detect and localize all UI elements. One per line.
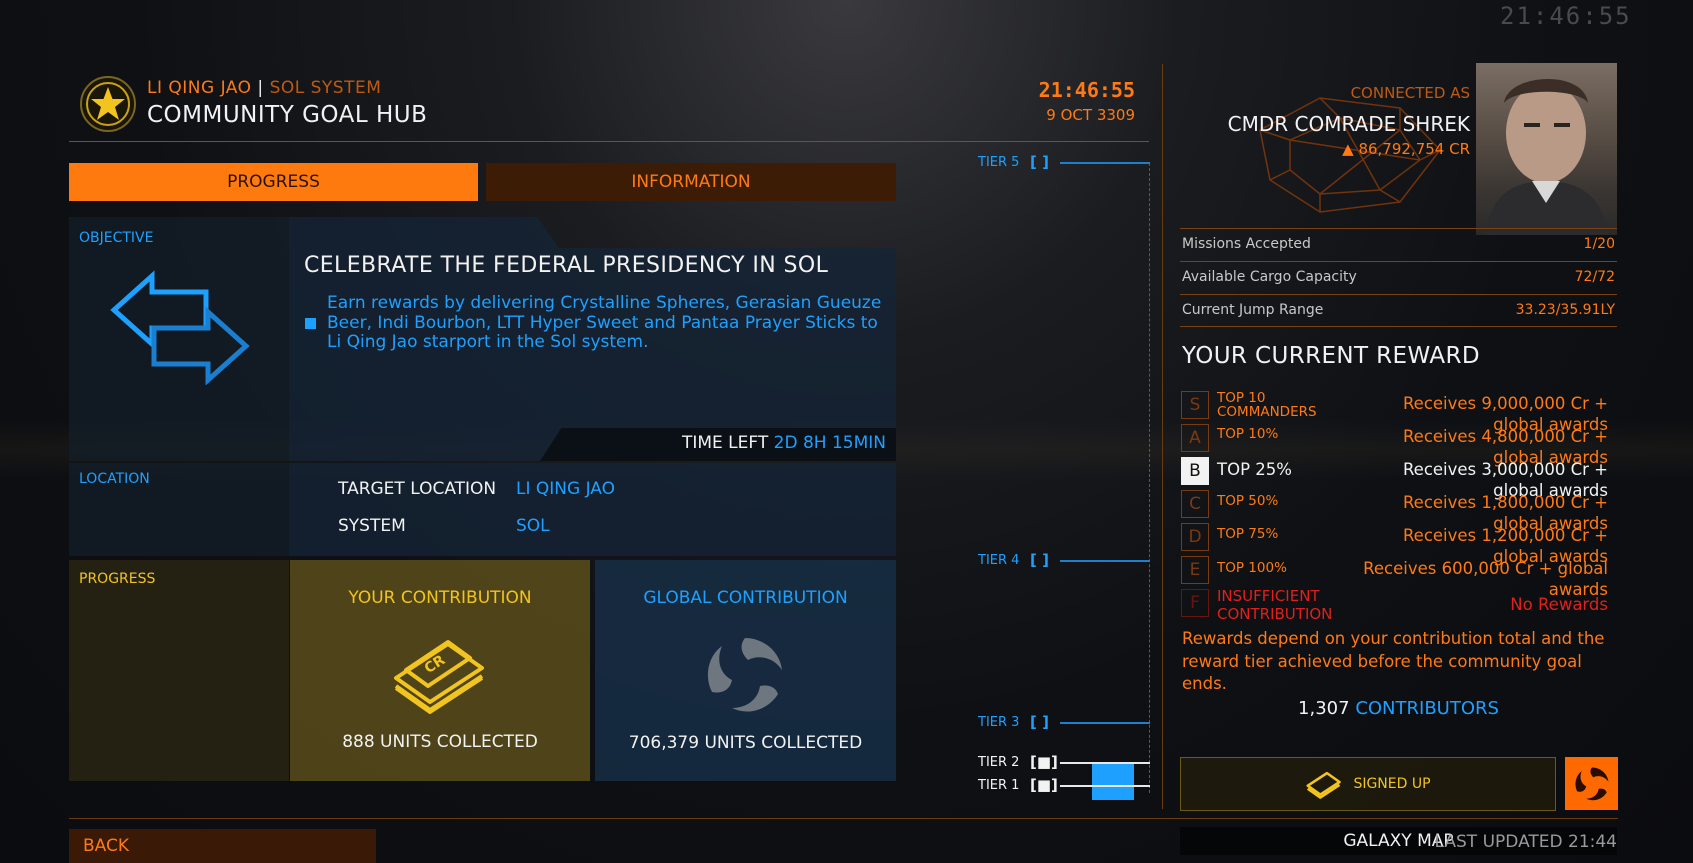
signed-up-label: SIGNED UP [1353,776,1431,792]
stat-missions-accepted: Missions Accepted 1/20 [1180,228,1617,260]
header-location: LI QING JAO | SOL SYSTEM [147,78,381,98]
time-left-value: 2D 8H 15MIN [773,433,886,453]
tier-2-marker: [■] [1030,753,1058,771]
federation-swirl-icon [1575,767,1608,800]
tier-1-line [1060,785,1150,787]
tier-5-label: TIER 5 [978,155,1020,170]
tier-5-line [1060,162,1150,164]
avatar [1476,63,1617,235]
objective-label: OBJECTIVE [79,230,154,246]
signed-up-button[interactable]: SIGNED UP [1180,757,1556,811]
connected-as-label: CONNECTED AS [1350,84,1470,102]
objective-title: CELEBRATE THE FEDERAL PRESIDENCY IN SOL [304,253,829,278]
header-divider [69,141,1149,142]
tab-progress[interactable]: PROGRESS [69,163,478,201]
progress-fill-bar [1092,763,1134,800]
commander-credits: ▲ 86,792,754 CR [1300,140,1470,158]
progress-side-panel [69,560,289,781]
contributors-number: 1,307 [1298,698,1350,719]
bullet-square-icon [305,318,316,329]
tier-4-line [1060,560,1150,562]
reward-tier-b: TOP 25% [1217,460,1292,479]
reward-badge-e: E [1181,556,1209,584]
credits-value: 86,792,754 CR [1358,140,1470,158]
contributors-label: CONTRIBUTORS [1355,698,1499,719]
stat-label: Available Cargo Capacity [1182,269,1357,285]
your-contribution-title: YOUR CONTRIBUTION [348,588,532,608]
reward-title: YOUR CURRENT REWARD [1182,343,1480,369]
reward-tier-f: INSUFFICIENT CONTRIBUTION [1217,587,1333,623]
reward-text-f: No Rewards [1510,595,1608,614]
tier-5-marker: [ ] [1030,153,1049,171]
objective-description: Earn rewards by delivering Crystalline S… [327,293,882,352]
commander-name: CMDR COMRADE SHREK [1227,112,1470,136]
reward-badge-b: B [1181,457,1209,485]
stat-value: 33.23/35.91LY [1515,302,1615,318]
system-label: SYSTEM [338,516,406,536]
station-name: LI QING JAO [147,78,252,98]
federation-button[interactable] [1565,757,1618,810]
tier-3-label: TIER 3 [978,715,1020,730]
panel-divider [1162,64,1163,809]
reward-tier-e: TOP 100% [1217,560,1287,576]
clock: 21:46:55 [1038,78,1135,102]
credits-triangle-icon: ▲ [1342,140,1354,158]
global-units-collected: 706,379 UNITS COLLECTED [628,733,863,753]
last-updated: LAST UPDATED 21:44 [1434,832,1617,852]
reward-badge-d: D [1181,523,1209,551]
your-units-collected: 888 UNITS COLLECTED [342,732,538,752]
page-title: COMMUNITY GOAL HUB [147,102,428,128]
header-separator: | [257,78,264,98]
reward-tier-s: TOP 10 COMMANDERS [1217,390,1317,420]
tier-1-marker: [■] [1030,776,1058,794]
reward-tier-c: TOP 50% [1217,493,1279,509]
stat-value: 72/72 [1574,269,1615,285]
credits-stack-icon: CR [390,622,490,718]
reward-tier-a: TOP 10% [1217,426,1279,442]
federation-swirl-icon [700,630,790,724]
reward-badge-f: F [1181,589,1209,617]
progress-label: PROGRESS [79,571,156,587]
tab-information[interactable]: INFORMATION [486,163,896,201]
reward-badge-s: S [1181,391,1209,419]
tier-2-label: TIER 2 [978,755,1020,770]
your-contribution-panel: YOUR CONTRIBUTION CR 888 UNITS COLLECTED [290,560,590,781]
objective-panel-tab [289,217,559,248]
tier-3-marker: [ ] [1030,713,1049,731]
tier-1-label: TIER 1 [978,778,1020,793]
tier-4-label: TIER 4 [978,553,1020,568]
tier-track [1149,163,1150,793]
contributors-count: 1,307 CONTRIBUTORS [1180,698,1617,719]
stat-label: Missions Accepted [1182,236,1311,252]
reward-badge-c: C [1181,490,1209,518]
tier-2-line [1060,762,1150,764]
global-contribution-title: GLOBAL CONTRIBUTION [643,588,848,608]
back-button[interactable]: BACK [69,829,376,863]
footer-divider [69,818,1618,819]
delivery-arrows-icon [110,270,250,389]
target-location-label: TARGET LOCATION [338,479,497,499]
tier-4-marker: [ ] [1030,551,1049,569]
stat-label: Current Jump Range [1182,302,1324,318]
faction-emblem-icon [80,76,136,132]
reward-badge-a: A [1181,424,1209,452]
time-left: TIME LEFT 2D 8H 15MIN [560,433,886,453]
reward-tier-d: TOP 75% [1217,526,1279,542]
date: 9 OCT 3309 [1046,106,1135,124]
system-value: SOL [516,516,550,536]
system-name: SOL SYSTEM [269,78,382,98]
stat-value: 1/20 [1583,236,1615,252]
stat-jump-range: Current Jump Range 33.23/35.91LY [1180,294,1617,327]
time-left-label: TIME LEFT [681,433,769,453]
target-location-value: LI QING JAO [516,479,616,499]
location-label: LOCATION [79,471,150,487]
background-clock: 21:46:55 [1500,2,1632,30]
tier-3-line [1060,722,1150,724]
location-panel [289,463,896,556]
reward-note: Rewards depend on your contribution tota… [1182,629,1605,693]
stat-cargo-capacity: Available Cargo Capacity 72/72 [1180,261,1617,293]
global-contribution-panel: GLOBAL CONTRIBUTION 706,379 UNITS COLLEC… [595,560,896,781]
credits-stack-icon [1305,765,1343,803]
